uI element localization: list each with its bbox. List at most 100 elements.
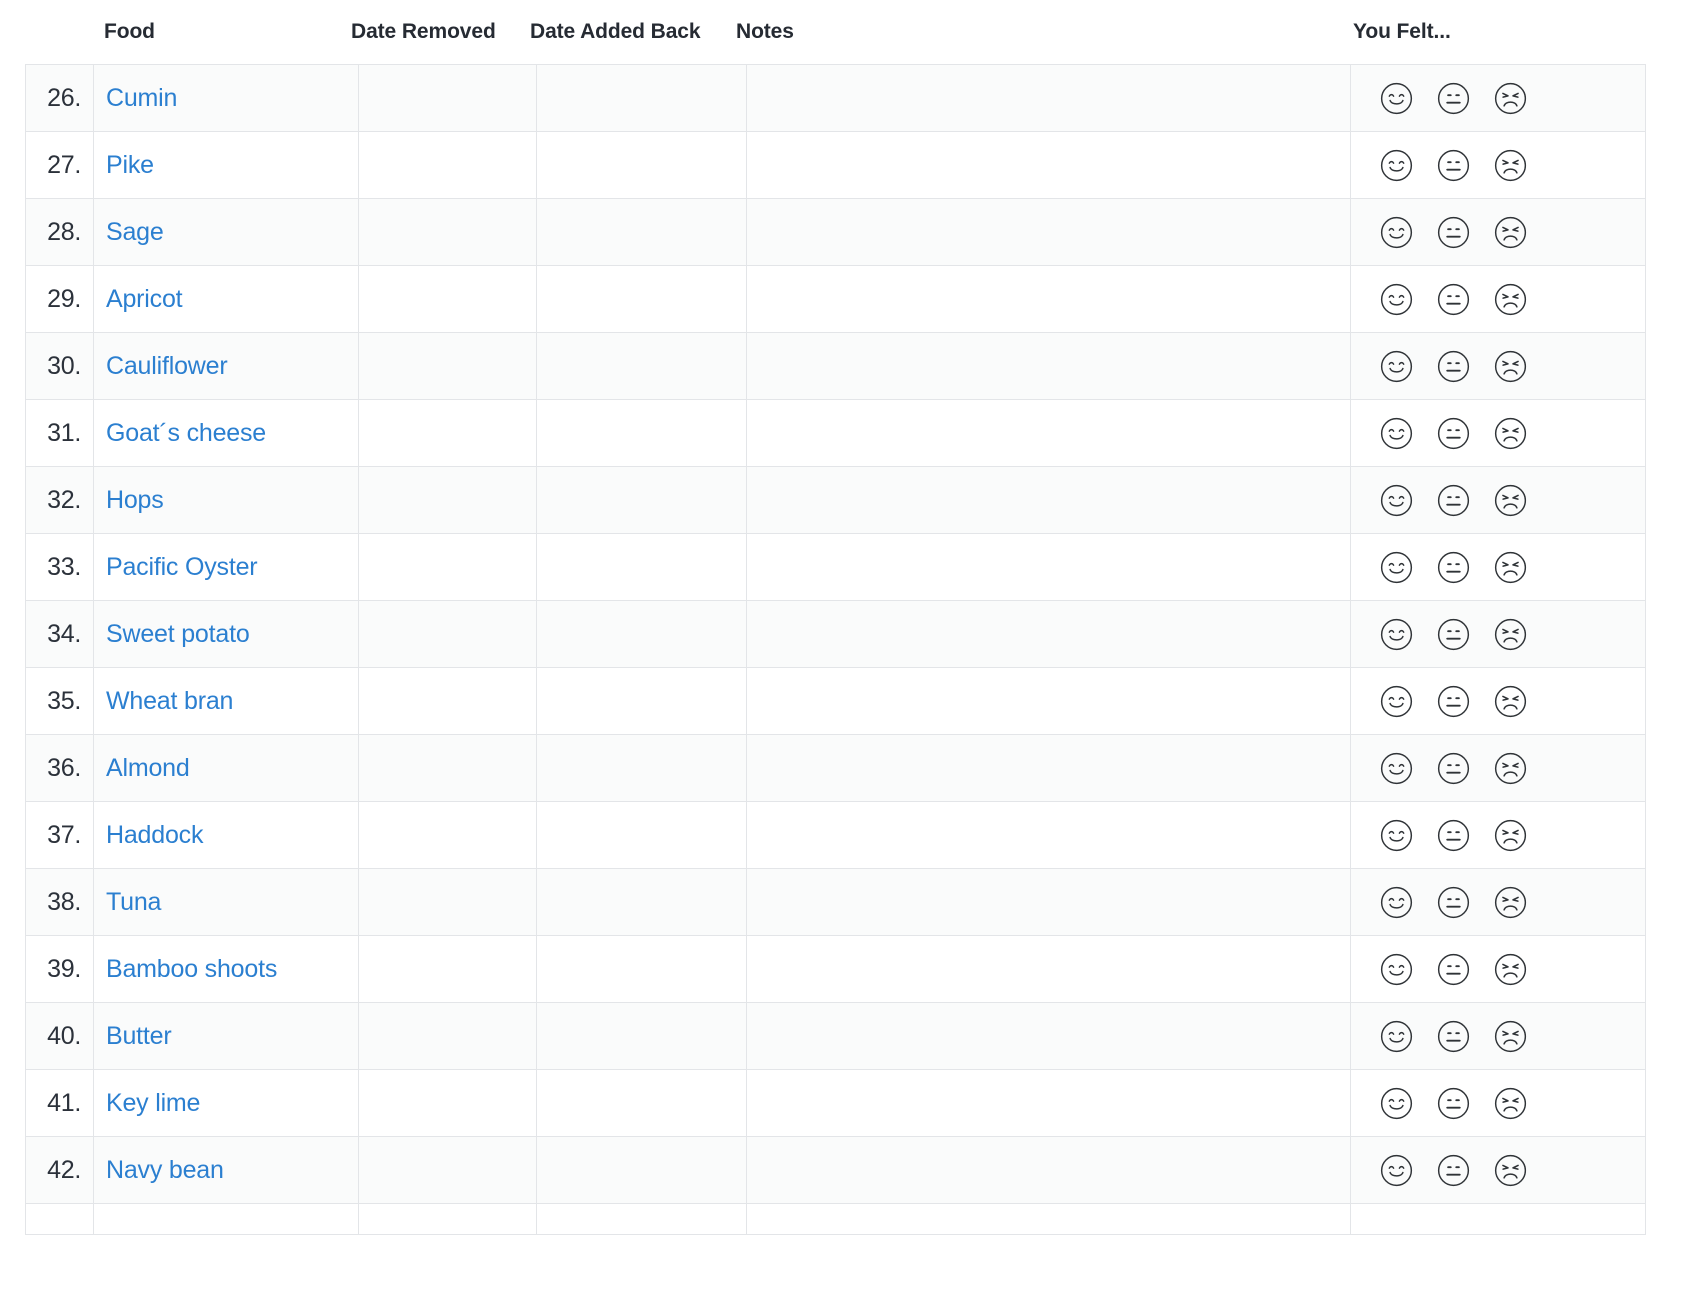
neutral-face-icon[interactable] bbox=[1437, 551, 1470, 584]
food-link[interactable]: Pacific Oyster bbox=[94, 553, 358, 582]
unhappy-face-icon[interactable] bbox=[1494, 618, 1527, 651]
unhappy-face-icon[interactable] bbox=[1494, 216, 1527, 249]
neutral-face-icon[interactable] bbox=[1437, 1154, 1470, 1187]
food-link[interactable]: Cauliflower bbox=[94, 352, 358, 381]
date-removed-cell[interactable] bbox=[358, 533, 537, 601]
food-cell[interactable]: Sweet potato bbox=[93, 600, 359, 668]
unhappy-face-icon[interactable] bbox=[1494, 149, 1527, 182]
date-removed-cell[interactable] bbox=[358, 466, 537, 534]
food-link[interactable]: Tuna bbox=[94, 888, 358, 917]
unhappy-face-icon[interactable] bbox=[1494, 417, 1527, 450]
date-added-back-cell[interactable] bbox=[536, 734, 747, 802]
date-removed-cell[interactable] bbox=[358, 868, 537, 936]
food-cell[interactable]: Butter bbox=[93, 1002, 359, 1070]
date-added-back-cell[interactable] bbox=[536, 667, 747, 735]
food-link[interactable]: Sweet potato bbox=[94, 620, 358, 649]
food-cell[interactable]: Bamboo shoots bbox=[93, 935, 359, 1003]
date-removed-cell[interactable] bbox=[358, 265, 537, 333]
date-added-back-cell[interactable] bbox=[536, 1002, 747, 1070]
food-cell[interactable]: Apricot bbox=[93, 265, 359, 333]
unhappy-face-icon[interactable] bbox=[1494, 1087, 1527, 1120]
unhappy-face-icon[interactable] bbox=[1494, 819, 1527, 852]
date-added-back-cell[interactable] bbox=[536, 466, 747, 534]
date-removed-cell[interactable] bbox=[358, 131, 537, 199]
food-cell[interactable]: Cauliflower bbox=[93, 332, 359, 400]
date-added-back-cell[interactable] bbox=[536, 332, 747, 400]
neutral-face-icon[interactable] bbox=[1437, 953, 1470, 986]
unhappy-face-icon[interactable] bbox=[1494, 350, 1527, 383]
food-cell[interactable] bbox=[93, 1203, 359, 1235]
date-added-back-cell[interactable] bbox=[536, 1069, 747, 1137]
food-cell[interactable]: Haddock bbox=[93, 801, 359, 869]
date-removed-cell[interactable] bbox=[358, 667, 537, 735]
food-cell[interactable]: Hops bbox=[93, 466, 359, 534]
food-link[interactable]: Sage bbox=[94, 218, 358, 247]
notes-cell[interactable] bbox=[746, 1069, 1351, 1137]
unhappy-face-icon[interactable] bbox=[1494, 886, 1527, 919]
food-link[interactable]: Key lime bbox=[94, 1089, 358, 1118]
food-cell[interactable]: Tuna bbox=[93, 868, 359, 936]
food-cell[interactable]: Navy bean bbox=[93, 1136, 359, 1204]
food-cell[interactable]: Almond bbox=[93, 734, 359, 802]
date-added-back-cell[interactable] bbox=[536, 935, 747, 1003]
notes-cell[interactable] bbox=[746, 734, 1351, 802]
neutral-face-icon[interactable] bbox=[1437, 283, 1470, 316]
date-added-back-cell[interactable] bbox=[536, 131, 747, 199]
unhappy-face-icon[interactable] bbox=[1494, 752, 1527, 785]
food-link[interactable]: Navy bean bbox=[94, 1156, 358, 1185]
food-cell[interactable]: Goat´s cheese bbox=[93, 399, 359, 467]
date-removed-cell[interactable] bbox=[358, 801, 537, 869]
neutral-face-icon[interactable] bbox=[1437, 819, 1470, 852]
notes-cell[interactable] bbox=[746, 466, 1351, 534]
neutral-face-icon[interactable] bbox=[1437, 417, 1470, 450]
happy-face-icon[interactable] bbox=[1380, 484, 1413, 517]
unhappy-face-icon[interactable] bbox=[1494, 953, 1527, 986]
neutral-face-icon[interactable] bbox=[1437, 149, 1470, 182]
date-removed-cell[interactable] bbox=[358, 399, 537, 467]
happy-face-icon[interactable] bbox=[1380, 216, 1413, 249]
notes-cell[interactable] bbox=[746, 1002, 1351, 1070]
food-link[interactable]: Almond bbox=[94, 754, 358, 783]
happy-face-icon[interactable] bbox=[1380, 685, 1413, 718]
date-removed-cell[interactable] bbox=[358, 734, 537, 802]
neutral-face-icon[interactable] bbox=[1437, 752, 1470, 785]
date-removed-cell[interactable] bbox=[358, 198, 537, 266]
food-link[interactable]: Goat´s cheese bbox=[94, 419, 358, 448]
date-removed-cell[interactable] bbox=[358, 1002, 537, 1070]
notes-cell[interactable] bbox=[746, 1136, 1351, 1204]
date-added-back-cell[interactable] bbox=[536, 198, 747, 266]
notes-cell[interactable] bbox=[746, 64, 1351, 132]
date-removed-cell[interactable] bbox=[358, 1136, 537, 1204]
food-cell[interactable]: Sage bbox=[93, 198, 359, 266]
notes-cell[interactable] bbox=[746, 198, 1351, 266]
neutral-face-icon[interactable] bbox=[1437, 350, 1470, 383]
happy-face-icon[interactable] bbox=[1380, 886, 1413, 919]
food-link[interactable]: Cumin bbox=[94, 84, 358, 113]
date-added-back-cell[interactable] bbox=[536, 801, 747, 869]
neutral-face-icon[interactable] bbox=[1437, 886, 1470, 919]
food-cell[interactable]: Pike bbox=[93, 131, 359, 199]
food-link[interactable]: Pike bbox=[94, 151, 358, 180]
notes-cell[interactable] bbox=[746, 265, 1351, 333]
happy-face-icon[interactable] bbox=[1380, 82, 1413, 115]
food-cell[interactable]: Key lime bbox=[93, 1069, 359, 1137]
date-added-back-cell[interactable] bbox=[536, 533, 747, 601]
neutral-face-icon[interactable] bbox=[1437, 1020, 1470, 1053]
notes-cell[interactable] bbox=[746, 1203, 1351, 1235]
notes-cell[interactable] bbox=[746, 868, 1351, 936]
food-cell[interactable]: Wheat bran bbox=[93, 667, 359, 735]
neutral-face-icon[interactable] bbox=[1437, 1087, 1470, 1120]
happy-face-icon[interactable] bbox=[1380, 1020, 1413, 1053]
date-added-back-cell[interactable] bbox=[536, 1203, 747, 1235]
date-removed-cell[interactable] bbox=[358, 1203, 537, 1235]
happy-face-icon[interactable] bbox=[1380, 417, 1413, 450]
notes-cell[interactable] bbox=[746, 935, 1351, 1003]
happy-face-icon[interactable] bbox=[1380, 819, 1413, 852]
date-added-back-cell[interactable] bbox=[536, 1136, 747, 1204]
happy-face-icon[interactable] bbox=[1380, 953, 1413, 986]
food-link[interactable]: Haddock bbox=[94, 821, 358, 850]
notes-cell[interactable] bbox=[746, 667, 1351, 735]
neutral-face-icon[interactable] bbox=[1437, 216, 1470, 249]
happy-face-icon[interactable] bbox=[1380, 551, 1413, 584]
food-link[interactable]: Wheat bran bbox=[94, 687, 358, 716]
